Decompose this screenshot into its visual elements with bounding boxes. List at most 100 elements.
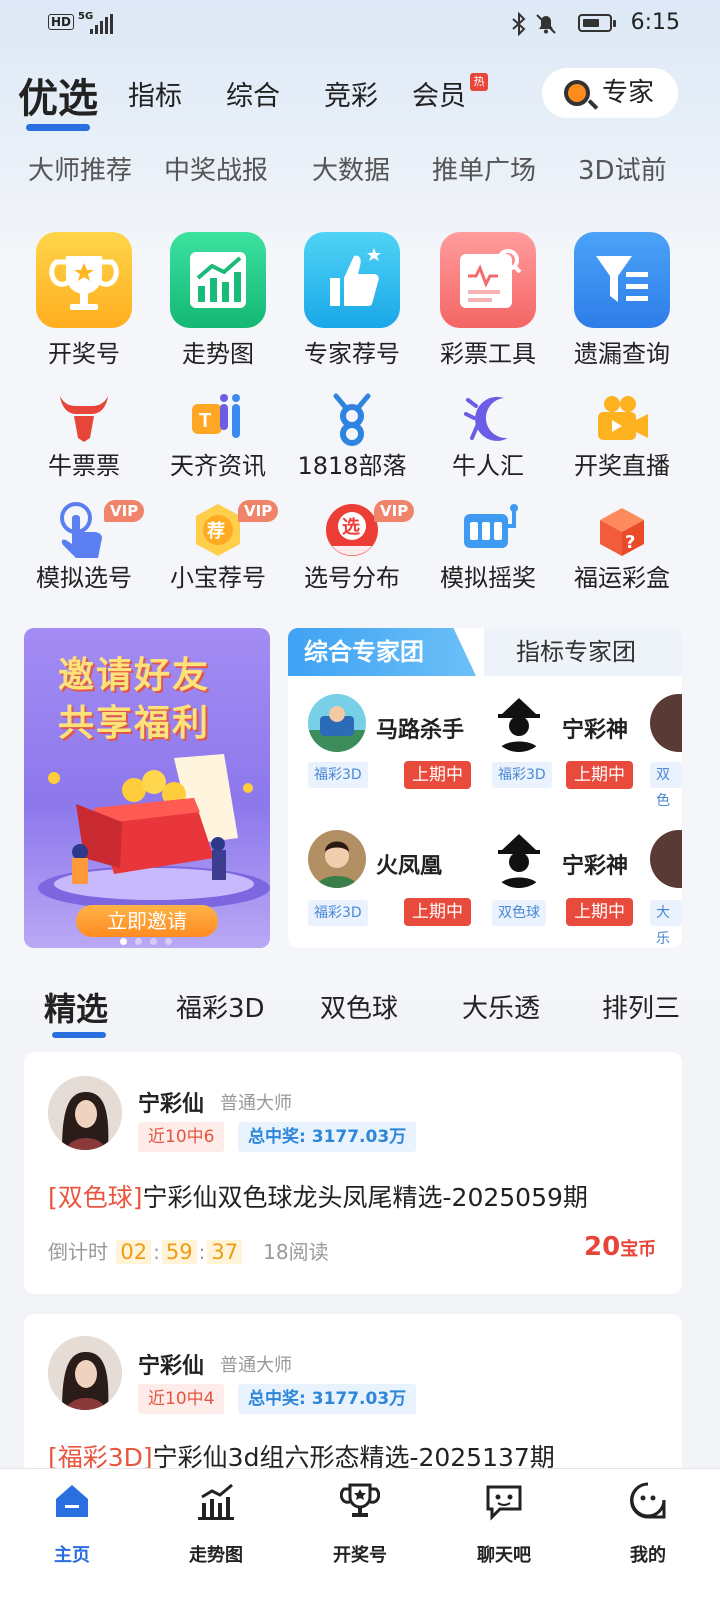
hot-badge: 热: [470, 73, 488, 91]
author-name[interactable]: 宁彩仙: [138, 1348, 204, 1380]
lottery-tag: 双色球: [492, 900, 546, 926]
status-badge: 上期中: [404, 898, 471, 926]
home-icon: [56, 1485, 88, 1517]
invite-friends-banner[interactable]: 邀请好友 共享福利 立即邀请: [24, 628, 270, 948]
author-avatar[interactable]: [48, 1336, 122, 1410]
tribe-icon[interactable]: [322, 390, 382, 450]
chat-icon: [486, 1485, 522, 1521]
signal-icon: [90, 14, 114, 34]
status-bar: HD 5G 6:15: [0, 0, 720, 50]
tab-pl3[interactable]: 排列三: [602, 988, 680, 1025]
avatar[interactable]: [308, 830, 366, 888]
nav-profile[interactable]: 我的: [576, 1469, 720, 1600]
nav-home[interactable]: 主页: [0, 1469, 144, 1600]
author-level: 普通大师: [220, 1355, 292, 1376]
tab-general-experts[interactable]: 综合专家团: [288, 628, 476, 676]
trend-chart-icon[interactable]: [170, 232, 266, 328]
avatar[interactable]: [650, 830, 682, 888]
tianqi-icon[interactable]: T: [188, 390, 248, 450]
expert-name[interactable]: 宁彩神: [562, 848, 628, 880]
active-tab-indicator: [52, 1032, 106, 1038]
post-card[interactable]: 宁彩仙 普通大师 近10中6 总中奖: 3177.03万 [双色球]宁彩仙双色球…: [24, 1052, 682, 1294]
expert-name[interactable]: 火凤凰: [376, 848, 442, 880]
status-badge: 上期中: [404, 761, 471, 789]
search-icon: [564, 80, 590, 106]
nav-chat[interactable]: 聊天吧: [432, 1469, 576, 1600]
price-unit: 宝币: [620, 1239, 657, 1260]
expert-button-label: 专家: [602, 78, 655, 108]
trophy-icon: [340, 1483, 380, 1517]
nav-trend[interactable]: 走势图: [144, 1469, 288, 1600]
author-name[interactable]: 宁彩仙: [138, 1086, 204, 1118]
expert-name[interactable]: 宁彩神: [562, 712, 628, 744]
nav-label: 主页: [54, 1545, 90, 1566]
nav-label: 我的: [630, 1545, 666, 1566]
avatar[interactable]: [490, 830, 548, 888]
lottery-tag: 福彩3D: [308, 900, 368, 926]
countdown-label: 倒计时: [48, 1240, 108, 1264]
niurenhui-icon[interactable]: [458, 390, 518, 450]
draw-machine-icon[interactable]: [458, 500, 518, 560]
post-card[interactable]: 宁彩仙 普通大师 近10中4 总中奖: 3177.03万 [福彩3D]宁彩仙3d…: [24, 1314, 682, 1474]
tab-jingcai[interactable]: 竞彩: [324, 74, 378, 113]
active-tab-indicator: [26, 124, 90, 131]
vip-badge: VIP: [238, 500, 279, 522]
countdown-hours: 02: [116, 1240, 152, 1264]
tool-label: 选号分布: [304, 564, 400, 592]
total-winnings: 总中奖: 3177.03万: [238, 1122, 417, 1152]
subnav-item[interactable]: 3D试前: [578, 150, 667, 187]
tool-label: 福运彩盒: [574, 564, 670, 592]
thumbs-up-icon[interactable]: [304, 232, 400, 328]
tab-ssq[interactable]: 双色球: [320, 988, 398, 1025]
mystery-box-icon[interactable]: ?: [592, 500, 652, 560]
invite-title-line2: 共享福利: [58, 703, 211, 744]
vip-badge: VIP: [374, 500, 415, 522]
tab-youxuan[interactable]: 优选: [18, 66, 98, 124]
tab-dlt[interactable]: 大乐透: [462, 988, 540, 1025]
read-count: 18阅读: [263, 1240, 329, 1264]
author-avatar[interactable]: [48, 1076, 122, 1150]
price-value: 20: [584, 1232, 621, 1262]
tab-zonghe[interactable]: 综合: [226, 74, 280, 113]
vip-badge: VIP: [104, 500, 145, 522]
tab-huiyuan[interactable]: 会员: [412, 74, 466, 113]
lottery-tool-icon[interactable]: [440, 232, 536, 328]
nav-label: 走势图: [189, 1545, 243, 1566]
expert-search-button[interactable]: 专家: [542, 68, 678, 118]
tab-zhibiao[interactable]: 指标: [128, 74, 182, 113]
avatar[interactable]: [490, 694, 548, 752]
lottery-tag: 福彩3D: [308, 762, 368, 788]
trophy-icon[interactable]: [36, 232, 132, 328]
lottery-type-tag: [双色球]: [48, 1183, 143, 1212]
recent-record: 近10中6: [138, 1122, 225, 1152]
tool-label: 走势图: [182, 340, 254, 368]
avatar[interactable]: [650, 694, 682, 752]
filter-icon[interactable]: [574, 232, 670, 328]
nav-draw-results[interactable]: 开奖号: [288, 1469, 432, 1600]
tool-label: 模拟选号: [36, 564, 132, 592]
tab-fc3d[interactable]: 福彩3D: [176, 988, 265, 1025]
subnav-item[interactable]: 中奖战报: [164, 150, 268, 187]
subnav-item[interactable]: 大师推荐: [28, 150, 132, 187]
post-title[interactable]: [双色球]宁彩仙双色球龙头凤尾精选-2025059期: [48, 1178, 588, 1214]
countdown: 倒计时 02:59:37 18阅读: [48, 1240, 329, 1264]
total-winnings-label: 总中奖:: [248, 1127, 306, 1147]
select-ball-icon[interactable]: 选: [322, 500, 382, 560]
bull-icon[interactable]: [54, 390, 114, 450]
bottom-nav: 主页 走势图 开奖号 聊天吧 我的: [0, 1468, 720, 1600]
tab-indicator-experts[interactable]: 指标专家团: [484, 628, 682, 676]
tool-label: 小宝荐号: [170, 564, 266, 592]
mute-bell-icon: [536, 14, 556, 34]
lottery-tag: 双色: [650, 762, 682, 809]
tool-label: 专家荐号: [304, 340, 400, 368]
expert-name[interactable]: 马路杀手: [376, 712, 464, 744]
avatar[interactable]: [308, 694, 366, 752]
status-badge: 上期中: [566, 898, 633, 926]
subnav-item[interactable]: 推单广场: [432, 150, 536, 187]
tab-featured[interactable]: 精选: [44, 984, 108, 1030]
lottery-tag: 大乐: [650, 900, 682, 947]
video-camera-icon[interactable]: [592, 390, 652, 450]
svg-text:荐: 荐: [206, 520, 225, 542]
author-level: 普通大师: [220, 1093, 292, 1114]
subnav-item[interactable]: 大数据: [312, 150, 390, 187]
